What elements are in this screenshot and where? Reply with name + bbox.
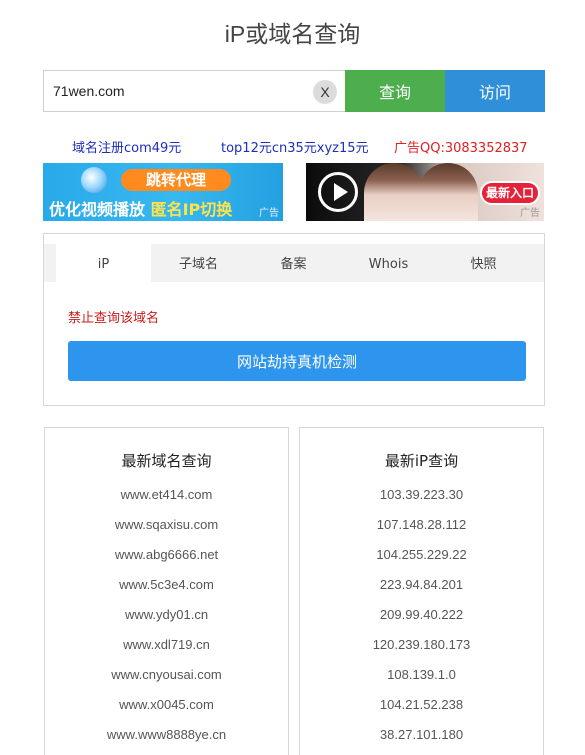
ad-link-domain-prices[interactable]: top12元cn35元xyz15元 [221, 137, 369, 156]
latest-ips-title: 最新iP查询 [384, 452, 459, 470]
ad-mark: 广告 [259, 208, 279, 219]
tab-icp[interactable]: 备案 [246, 244, 341, 282]
banner-tag: 跳转代理 [121, 169, 231, 191]
search-bar: X 查询 访问 [43, 70, 545, 112]
ad-link-domain-register[interactable]: 域名注册com49元 [72, 137, 181, 156]
list-item[interactable]: 120.239.180.173 [300, 634, 543, 664]
hijack-detect-button[interactable]: 网站劫持真机检测 [68, 341, 526, 381]
list-item[interactable]: 104.255.229.22 [300, 544, 543, 574]
banner-figure [418, 163, 478, 221]
list-item[interactable]: www.5c3e4.com [45, 574, 288, 604]
tab-bar: iP 子域名 备案 Whois 快照 [44, 244, 544, 282]
latest-ips-box: 最新iP查询 103.39.223.30 107.148.28.112 104.… [299, 427, 544, 755]
play-icon [318, 172, 358, 212]
warning-message: 禁止查询该域名 [68, 311, 160, 326]
tab-snapshot[interactable]: 快照 [436, 244, 531, 282]
list-item[interactable]: 209.99.40.222 [300, 604, 543, 634]
list-item[interactable]: www.abg6666.net [45, 544, 288, 574]
banner-text: 优化视频播放 匿名IP切换 [49, 196, 232, 220]
page-title: iP或域名查询 [224, 21, 361, 47]
latest-entry-button[interactable]: 最新入口 [480, 181, 540, 205]
tab-ip[interactable]: iP [56, 244, 151, 282]
list-item[interactable]: www.x0045.com [45, 694, 288, 724]
query-panel: iP 子域名 备案 Whois 快照 禁止查询该域名 网站劫持真机检测 [43, 233, 545, 406]
list-item[interactable]: 107.148.28.112 [300, 514, 543, 544]
list-item[interactable]: www.xdl719.cn [45, 634, 288, 664]
search-box: X [43, 70, 345, 112]
list-item[interactable]: www.et414.com [45, 484, 288, 514]
list-item[interactable]: www.ydy01.cn [45, 604, 288, 634]
list-item[interactable]: www.www8888ye.cn [45, 724, 288, 754]
latest-ips-list: 103.39.223.30 107.148.28.112 104.255.229… [300, 484, 543, 754]
banner-text-a: 优化视频播放 [49, 200, 146, 219]
ad-mark: 广告 [520, 208, 540, 219]
query-button[interactable]: 查询 [345, 70, 445, 112]
latest-domains-list: www.et414.com www.sqaxisu.com www.abg666… [45, 484, 288, 754]
tab-whois[interactable]: Whois [341, 244, 436, 282]
visit-button[interactable]: 访问 [445, 70, 545, 112]
banner-figure [364, 163, 424, 221]
ad-link-contact-qq[interactable]: 广告QQ:3083352837 [394, 137, 528, 156]
list-item[interactable]: 104.21.52.238 [300, 694, 543, 724]
list-item[interactable]: 38.27.101.180 [300, 724, 543, 754]
search-input[interactable] [44, 71, 345, 111]
tab-subdomain[interactable]: 子域名 [151, 244, 246, 282]
ad-links: 域名注册com49元 top12元cn35元xyz15元 广告QQ:308335… [0, 137, 585, 156]
list-item[interactable]: 223.94.84.201 [300, 574, 543, 604]
latest-domains-box: 最新域名查询 www.et414.com www.sqaxisu.com www… [44, 427, 289, 755]
list-item[interactable]: www.cnyousai.com [45, 664, 288, 694]
latest-domains-title: 最新域名查询 [121, 452, 212, 470]
banner-text-b: 匿名IP切换 [150, 200, 233, 219]
list-item[interactable]: 108.139.1.0 [300, 664, 543, 694]
banner-ad-proxy[interactable]: 跳转代理 优化视频播放 匿名IP切换 广告 [43, 163, 283, 221]
globe-icon [81, 167, 107, 193]
banner-ad-video[interactable]: 最新入口 广告 [306, 163, 544, 221]
list-item[interactable]: 103.39.223.30 [300, 484, 543, 514]
list-item[interactable]: www.sqaxisu.com [45, 514, 288, 544]
clear-icon[interactable]: X [313, 80, 337, 104]
